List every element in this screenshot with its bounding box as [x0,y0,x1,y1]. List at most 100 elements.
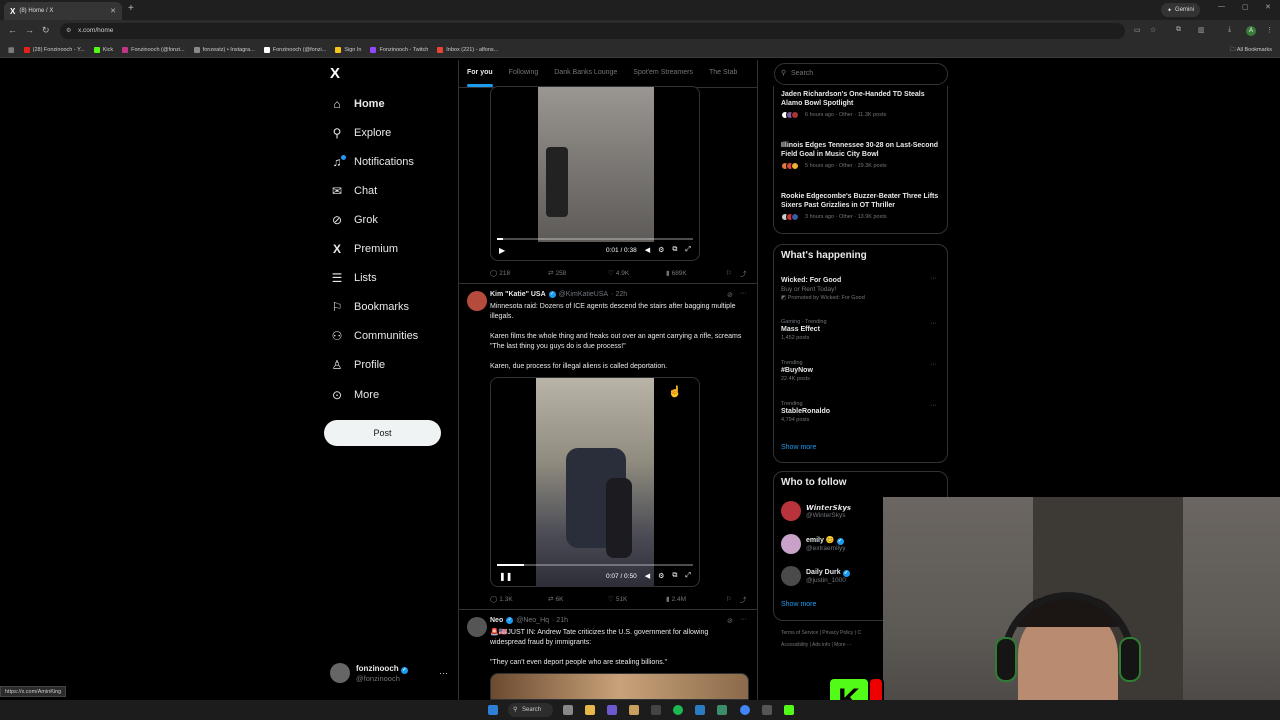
like-button[interactable]: ♡ 51K [608,594,666,604]
download-icon[interactable]: ⤓ [1228,26,1231,34]
x-logo-icon[interactable]: X [330,65,340,82]
maximize-icon[interactable]: ▢ [1242,3,1249,11]
back-icon[interactable]: ← [8,25,17,35]
window-close-icon[interactable]: ✕ [1265,3,1271,11]
trend-item[interactable]: Gaming · Trending Mass Effect 1,452 post… [781,319,941,341]
footer-links[interactable]: Terms of Service | Privacy Policy | C [781,630,861,636]
nav-notifications[interactable]: ♫ Notifications [330,152,414,172]
bookmark-item[interactable]: Fonzinooch (@fonzi... [263,46,326,53]
repost-button[interactable]: ⇄ 6K [548,594,608,604]
nav-home[interactable]: ⌂ Home [330,94,384,114]
url-field[interactable]: x.com/home [60,23,1125,39]
account-switcher[interactable]: fonzinooch ✓ @fonzinooch [330,663,408,683]
trend-more-icon[interactable]: ··· [930,361,937,368]
share-button[interactable]: ⤴ [740,268,747,278]
tweet-media[interactable] [490,673,749,700]
app-icon[interactable] [607,705,617,715]
apps-icon[interactable]: ▦ [8,46,15,54]
bookmark-item[interactable]: (28) Fonzinooch - Y... [23,46,85,53]
nav-chat[interactable]: ✉ Chat [330,181,377,201]
fullscreen-icon[interactable]: ⤢ [685,572,691,580]
show-more-link[interactable]: Show more [781,444,816,451]
minimize-icon[interactable]: — [1218,3,1225,10]
obs-icon[interactable] [651,705,661,715]
chrome-icon[interactable] [740,705,750,715]
steam-icon[interactable] [695,705,705,715]
install-icon[interactable]: ▭ [1134,26,1141,34]
account-more-icon[interactable]: ··· [439,668,448,678]
nav-grok[interactable]: ⊘ Grok [330,210,378,230]
file-explorer-icon[interactable] [585,705,595,715]
share-button[interactable]: ⤴ [740,594,747,604]
bookmark-item[interactable]: Inbox (221) - alfons... [437,46,498,53]
tab-close-icon[interactable]: ✕ [110,7,116,15]
settings-icon[interactable]: ⚙ [658,246,664,254]
tab-the-stab[interactable]: The Stab [701,60,745,87]
bookmark-item[interactable]: Sign In [335,46,361,53]
tweet-avatar[interactable] [467,291,487,311]
app-icon[interactable] [629,705,639,715]
grok-icon[interactable]: ⊘ [727,617,733,625]
site-info-icon[interactable]: ⚙ [66,27,71,34]
bookmark-item[interactable]: Fonzinooch - Twitch [370,46,428,53]
video-player[interactable]: ▶ 0:01 / 0:38 ◀ ⚙ ⧉ ⤢ [490,86,700,261]
follow-suggestion[interactable]: emily 😊 ✓ @extraemilyy [781,534,845,554]
gemini-button[interactable]: ✦ Gemini [1161,3,1201,17]
play-icon[interactable]: ▶ [499,246,505,255]
news-item[interactable]: Rookie Edgecombe's Buzzer-Beater Three L… [781,192,941,221]
pip-icon[interactable]: ⧉ [672,572,677,580]
search-input[interactable]: ⚲ Search [774,63,948,85]
nav-communities[interactable]: ⚇ Communities [330,326,419,346]
app-icon[interactable] [717,705,727,715]
kick-app-icon[interactable] [784,705,794,715]
bookmark-button[interactable]: ⚐ [726,594,740,604]
settings-icon[interactable] [563,705,573,715]
volume-icon[interactable]: ◀ [645,246,650,254]
pip-icon[interactable]: ⧉ [672,246,677,254]
nav-premium[interactable]: X Premium [330,239,398,259]
reply-button[interactable]: ◯ 218 [490,268,548,278]
tweet-author-handle[interactable]: @KimKatieUSA [559,291,609,298]
nav-profile[interactable]: ♙ Profile [330,355,386,375]
footer-links[interactable]: Accessibility | Ads info | More ··· [781,642,852,648]
all-bookmarks-button[interactable]: 🗀 All Bookmarks [1230,46,1272,55]
tweet-author-handle[interactable]: @Neo_Hq [516,617,549,624]
windows-start-icon[interactable] [488,705,498,715]
follow-suggestion[interactable]: Daily Durk ✓ @justin_1000 [781,566,850,586]
nav-lists[interactable]: ☰ Lists [330,268,377,288]
trend-more-icon[interactable]: ··· [930,320,937,327]
volume-icon[interactable]: ◀ [645,572,650,580]
tweet-time[interactable]: · 21h [552,617,568,624]
show-more-link[interactable]: Show more [781,601,816,608]
video-player[interactable]: ❚❚ 0:07 / 0:50 ◀ ⚙ ⧉ ⤢ [490,377,700,587]
tweet-time[interactable]: · 22h [611,291,627,298]
profile-avatar[interactable]: A [1246,26,1256,36]
bookmark-item[interactable]: fonzeatz) • Instagra... [193,46,255,53]
views-button[interactable]: ▮ 689K [666,268,726,278]
settings-icon[interactable]: ⚙ [658,572,664,580]
tab-following[interactable]: Following [501,60,547,87]
follow-suggestion[interactable]: 𝙒𝙞𝙣𝙩𝙚𝙧𝙎𝙠𝙮𝙨 @WinterSkys [781,501,851,521]
extensions-icon[interactable]: ⧉ [1176,26,1181,34]
forward-icon[interactable]: → [25,25,34,35]
menu-kebab-icon[interactable]: ⋮ [1266,26,1273,34]
spotify-icon[interactable] [673,705,683,715]
tab-dank-banks-lounge[interactable]: Dank Banks Lounge [546,60,625,87]
tweet-author-name[interactable]: Neo [490,617,503,624]
browser-tab[interactable]: X (8) Home / X ✕ [4,2,122,20]
news-item[interactable]: Jaden Richardson's One-Handed TD Steals … [781,90,941,119]
reply-button[interactable]: ◯ 1.3K [490,594,548,604]
tweet-more-icon[interactable]: ··· [740,616,747,623]
bookmark-item[interactable]: Fonzinooch (@fonzi... [122,46,185,53]
bookmark-item[interactable]: Kick [93,46,113,53]
sidebar-icon[interactable]: ▥ [1198,26,1205,34]
app-icon[interactable] [762,705,772,715]
grok-icon[interactable]: ⊘ [727,291,733,299]
trend-more-icon[interactable]: ··· [930,275,937,282]
news-item[interactable]: Illinois Edges Tennessee 30-28 on Last-S… [781,141,941,170]
nav-more[interactable]: ⊙ More [330,385,379,405]
post-button[interactable]: Post [324,420,441,446]
reload-icon[interactable]: ↻ [42,25,50,36]
trend-more-icon[interactable]: ··· [930,402,937,409]
trend-item[interactable]: Trending #BuyNow 22.4K posts [781,360,941,382]
